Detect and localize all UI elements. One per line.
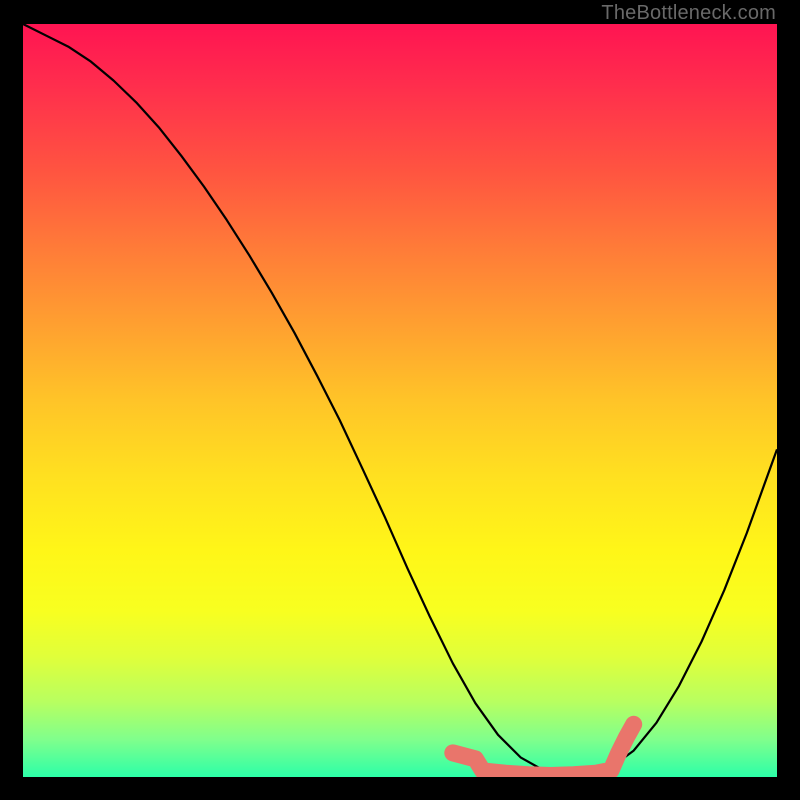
- bottleneck-curve: [23, 24, 777, 776]
- optimal-range-marker: [453, 724, 634, 775]
- chart-frame: TheBottleneck.com: [0, 0, 800, 800]
- chart-svg: [23, 24, 777, 777]
- watermark-label: TheBottleneck.com: [601, 2, 776, 25]
- plot-area: [23, 24, 777, 777]
